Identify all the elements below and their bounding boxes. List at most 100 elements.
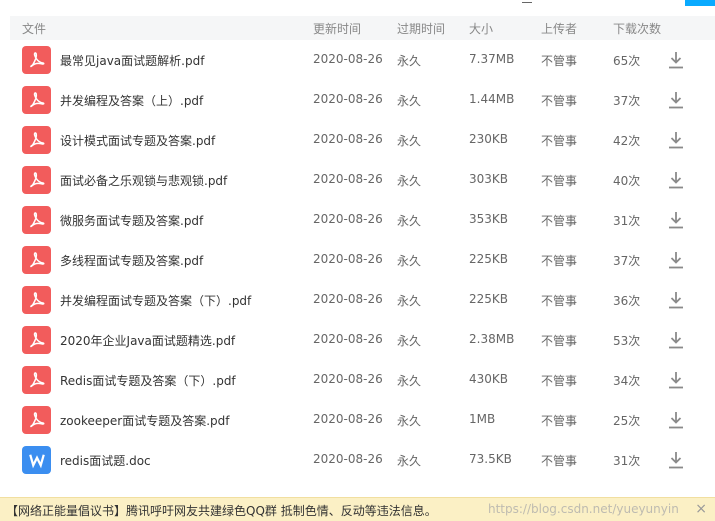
file-expire: 永久 xyxy=(397,94,422,108)
header-uploader[interactable]: 上传者 xyxy=(541,20,577,37)
file-downloads: 34次 xyxy=(613,374,641,388)
file-expire: 永久 xyxy=(397,214,422,228)
file-downloads: 31次 xyxy=(613,454,641,468)
download-icon[interactable] xyxy=(668,211,684,229)
header-expires[interactable]: 过期时间 xyxy=(397,20,445,37)
file-expire: 永久 xyxy=(397,54,422,68)
file-expire: 永久 xyxy=(397,254,422,268)
file-name[interactable]: zookeeper面试专题及答案.pdf xyxy=(60,412,229,429)
download-icon[interactable] xyxy=(668,371,684,389)
file-row[interactable]: 最常见java面试题解析.pdf 2020-08-26 永久 7.37MB 不管事 65次 xyxy=(10,40,715,80)
file-date: 2020-08-26 xyxy=(313,372,383,386)
download-icon[interactable] xyxy=(668,451,684,469)
file-uploader: 不管事 xyxy=(541,414,578,428)
file-date: 2020-08-26 xyxy=(313,412,383,426)
download-icon[interactable] xyxy=(668,331,684,349)
file-size: 225KB xyxy=(469,252,509,266)
file-uploader: 不管事 xyxy=(541,334,578,348)
download-icon[interactable] xyxy=(668,291,684,309)
file-name[interactable]: 2020年企业Java面试题精选.pdf xyxy=(60,332,235,349)
file-name[interactable]: 最常见java面试题解析.pdf xyxy=(60,52,204,69)
file-date: 2020-08-26 xyxy=(313,332,383,346)
file-date: 2020-08-26 xyxy=(313,172,383,186)
top-caret xyxy=(522,0,532,3)
download-icon[interactable] xyxy=(668,91,684,109)
file-expire: 永久 xyxy=(397,374,422,388)
file-size: 225KB xyxy=(469,292,509,306)
notice-text[interactable]: 【网络正能量倡议书】腾讯呼吁网友共建绿色QQ群 抵制色情、反动等违法信息。 xyxy=(6,502,437,519)
file-downloads: 37次 xyxy=(613,94,641,108)
file-expire: 永久 xyxy=(397,134,422,148)
file-row[interactable]: 并发编程及答案（上）.pdf 2020-08-26 永久 1.44MB 不管事 37次 xyxy=(10,80,715,120)
file-size: 303KB xyxy=(469,172,509,186)
file-name[interactable]: 并发编程面试专题及答案（下）.pdf xyxy=(60,292,251,309)
file-downloads: 40次 xyxy=(613,174,641,188)
file-date: 2020-08-26 xyxy=(313,52,383,66)
file-uploader: 不管事 xyxy=(541,214,578,228)
file-row[interactable]: redis面试题.doc 2020-08-26 永久 73.5KB 不管事 31次 xyxy=(10,440,715,480)
download-icon[interactable] xyxy=(668,411,684,429)
file-date: 2020-08-26 xyxy=(313,452,383,466)
file-uploader: 不管事 xyxy=(541,94,578,108)
pdf-icon xyxy=(22,366,51,394)
pdf-icon xyxy=(22,46,51,74)
file-downloads: 53次 xyxy=(613,334,641,348)
file-size: 73.5KB xyxy=(469,452,512,466)
file-expire: 永久 xyxy=(397,174,422,188)
pdf-icon xyxy=(22,326,51,354)
file-name[interactable]: 并发编程及答案（上）.pdf xyxy=(60,92,203,109)
file-name[interactable]: Redis面试专题及答案（下）.pdf xyxy=(60,372,236,389)
file-name[interactable]: 设计模式面试专题及答案.pdf xyxy=(60,132,215,149)
file-uploader: 不管事 xyxy=(541,174,578,188)
file-row[interactable]: zookeeper面试专题及答案.pdf 2020-08-26 永久 1MB 不管事 25… xyxy=(10,400,715,440)
file-row[interactable]: 微服务面试专题及答案.pdf 2020-08-26 永久 353KB 不管事 31次 xyxy=(10,200,715,240)
file-expire: 永久 xyxy=(397,414,422,428)
file-expire: 永久 xyxy=(397,294,422,308)
file-date: 2020-08-26 xyxy=(313,132,383,146)
file-downloads: 65次 xyxy=(613,54,641,68)
file-size: 1MB xyxy=(469,412,496,426)
file-uploader: 不管事 xyxy=(541,454,578,468)
file-downloads: 42次 xyxy=(613,134,641,148)
header-file[interactable]: 文件 xyxy=(22,20,46,37)
download-icon[interactable] xyxy=(668,251,684,269)
pdf-icon xyxy=(22,166,51,194)
file-row[interactable]: 并发编程面试专题及答案（下）.pdf 2020-08-26 永久 225KB 不管事 36… xyxy=(10,280,715,320)
close-icon[interactable]: × xyxy=(695,501,707,517)
header-downloads[interactable]: 下载次数 xyxy=(613,20,661,37)
file-row[interactable]: 多线程面试专题及答案.pdf 2020-08-26 永久 225KB 不管事 37次 xyxy=(10,240,715,280)
file-row[interactable]: 2020年企业Java面试题精选.pdf 2020-08-26 永久 2.38MB 不管… xyxy=(10,320,715,360)
top-accent-button[interactable] xyxy=(685,0,715,6)
file-downloads: 25次 xyxy=(613,414,641,428)
file-row[interactable]: 设计模式面试专题及答案.pdf 2020-08-26 永久 230KB 不管事 42次 xyxy=(10,120,715,160)
file-size: 430KB xyxy=(469,372,509,386)
download-icon[interactable] xyxy=(668,131,684,149)
file-name[interactable]: redis面试题.doc xyxy=(60,452,151,469)
file-uploader: 不管事 xyxy=(541,374,578,388)
file-list: 最常见java面试题解析.pdf 2020-08-26 永久 7.37MB 不管事 65次… xyxy=(10,40,715,480)
file-size: 353KB xyxy=(469,212,509,226)
header-size[interactable]: 大小 xyxy=(469,20,493,37)
file-size: 7.37MB xyxy=(469,52,515,66)
file-expire: 永久 xyxy=(397,334,422,348)
file-row[interactable]: 面试必备之乐观锁与悲观锁.pdf 2020-08-26 永久 303KB 不管事 40次 xyxy=(10,160,715,200)
header-updated[interactable]: 更新时间 xyxy=(313,20,361,37)
download-icon[interactable] xyxy=(668,51,684,69)
file-size: 230KB xyxy=(469,132,509,146)
download-icon[interactable] xyxy=(668,171,684,189)
file-date: 2020-08-26 xyxy=(313,292,383,306)
pdf-icon xyxy=(22,286,51,314)
pdf-icon xyxy=(22,206,51,234)
file-uploader: 不管事 xyxy=(541,54,578,68)
watermark: https://blog.csdn.net/yueyunyin xyxy=(488,502,679,516)
file-uploader: 不管事 xyxy=(541,254,578,268)
file-size: 2.38MB xyxy=(469,332,515,346)
file-list-header: 文件 更新时间 过期时间 大小 上传者 下载次数 xyxy=(10,16,715,40)
file-date: 2020-08-26 xyxy=(313,92,383,106)
file-name[interactable]: 微服务面试专题及答案.pdf xyxy=(60,212,203,229)
file-name[interactable]: 多线程面试专题及答案.pdf xyxy=(60,252,203,269)
pdf-icon xyxy=(22,246,51,274)
file-row[interactable]: Redis面试专题及答案（下）.pdf 2020-08-26 永久 430KB 不管事 3… xyxy=(10,360,715,400)
file-name[interactable]: 面试必备之乐观锁与悲观锁.pdf xyxy=(60,172,227,189)
file-downloads: 37次 xyxy=(613,254,641,268)
